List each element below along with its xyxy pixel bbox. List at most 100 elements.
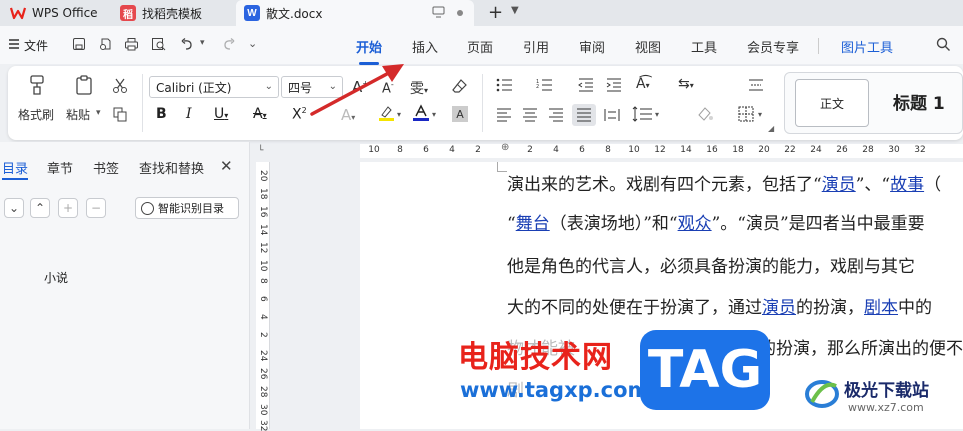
ruler-corner[interactable]: └	[258, 146, 263, 156]
clear-format-icon[interactable]	[452, 78, 468, 97]
doc-text: 大的不同的处便在于扮演了，通过	[507, 298, 762, 318]
tab-view[interactable]: 视图	[635, 37, 661, 56]
character-shading-icon[interactable]: A	[452, 106, 468, 122]
doc-hyperlink[interactable]: 舞台	[516, 214, 550, 234]
ribbon-divider	[482, 74, 483, 132]
doc-hyperlink[interactable]: 剧本	[864, 298, 898, 318]
hamburger-menu-icon[interactable]	[8, 38, 20, 53]
menu-bar: 文件 ▾ ⌄ 开始 插入 页面 引用 审阅 视图 工具 会员专享 图片工具	[0, 26, 963, 65]
paste-label[interactable]: 粘贴	[66, 106, 90, 123]
tab-wps-office[interactable]: WPS Office	[6, 0, 110, 26]
doc-line: 他是角色的代言人，必须具备扮演的能力，戏剧与其它	[507, 252, 915, 277]
ribbon-divider	[142, 74, 143, 132]
font-name-select[interactable]: Calibri (正文) ⌄	[149, 76, 279, 98]
doc-hyperlink[interactable]: 故事	[890, 175, 924, 195]
file-menu[interactable]: 文件	[24, 37, 48, 54]
tab-page[interactable]: 页面	[467, 37, 493, 56]
undo-icon[interactable]	[180, 37, 194, 54]
site-name-text: 极光下载站	[844, 381, 929, 401]
borders-icon[interactable]	[738, 106, 754, 125]
tab-label: 找稻壳模板	[142, 6, 203, 21]
copy-icon[interactable]	[112, 106, 128, 125]
vertical-ruler[interactable]: 20 18 16 14 12 10 8 6 4 2 24 26 28 30 32	[256, 162, 270, 431]
tab-document[interactable]: W 散文.docx	[236, 0, 474, 26]
nav-tab-find-replace[interactable]: 查找和替换	[139, 158, 204, 177]
font-color-dropdown-icon[interactable]: ▾	[432, 110, 436, 119]
decrease-indent-icon[interactable]	[578, 78, 594, 95]
doc-line: “舞台（表演场地）”和“观众”。“演员”是四者当中最重要	[507, 209, 925, 234]
align-center-icon[interactable]	[522, 108, 538, 125]
remove-heading-button[interactable]: −	[86, 198, 106, 218]
line-spacing-dropdown-icon[interactable]: ▾	[655, 110, 659, 119]
ruler-tick-label: 6	[579, 145, 585, 155]
italic-icon[interactable]: I	[186, 106, 192, 122]
tab-tools[interactable]: 工具	[691, 37, 717, 56]
new-tab-icon[interactable]: +	[488, 2, 503, 23]
undo-dropdown-icon[interactable]: ▾	[200, 38, 205, 48]
ruler-tick-label: 2	[527, 145, 533, 155]
style-heading1[interactable]: 标题 1	[893, 89, 945, 114]
ruler-tick-label: 10	[628, 145, 640, 155]
monitor-icon[interactable]	[432, 6, 445, 21]
redo-icon[interactable]	[222, 37, 236, 54]
paste-dropdown-icon[interactable]: ▾	[96, 108, 101, 118]
ruler-tick-label: 12	[258, 242, 268, 254]
doc-hyperlink[interactable]: 演员	[822, 175, 856, 195]
watermark-site-url: www.tagxp.com	[460, 378, 650, 402]
add-heading-button[interactable]: +	[58, 198, 78, 218]
borders-dropdown-icon[interactable]: ▾	[758, 110, 762, 119]
smart-toc-button[interactable]: 智能识别目录	[135, 197, 239, 219]
tab-picture-tools[interactable]: 图片工具	[841, 37, 893, 56]
toc-item[interactable]: 小说	[44, 269, 68, 286]
cut-icon[interactable]	[112, 78, 128, 97]
style-normal[interactable]: 正文	[795, 79, 869, 127]
print-preview-icon[interactable]	[151, 37, 166, 54]
ruler-tick-label: 2	[258, 332, 268, 338]
close-icon[interactable]: ✕	[220, 157, 233, 175]
ruler-tick-label: 4	[553, 145, 559, 155]
print-icon[interactable]	[124, 37, 139, 54]
shading-icon[interactable]	[696, 106, 714, 125]
doc-hyperlink[interactable]: 观众	[678, 214, 712, 234]
tab-docer-template[interactable]: 稻 找稻壳模板	[112, 0, 232, 26]
justify-icon[interactable]	[572, 104, 596, 126]
show-marks-icon[interactable]	[748, 78, 764, 95]
tab-review[interactable]: 审阅	[579, 37, 605, 56]
doc-hyperlink[interactable]: 演员	[762, 298, 796, 318]
ruler-tick-label: 2	[475, 145, 481, 155]
nav-tab-chapters[interactable]: 章节	[47, 158, 73, 177]
increase-indent-icon[interactable]	[606, 78, 622, 95]
text-direction-icon[interactable]: A͡▾	[636, 76, 650, 92]
nav-tab-bookmarks[interactable]: 书签	[93, 158, 119, 177]
tab-member[interactable]: 会员专享	[747, 37, 799, 56]
distributed-align-icon[interactable]	[604, 108, 620, 125]
export-pdf-icon[interactable]	[98, 37, 112, 54]
aurora-logo-icon	[804, 376, 840, 413]
numbered-list-icon[interactable]: 12	[536, 78, 554, 95]
save-icon[interactable]	[72, 37, 86, 54]
bullet-list-icon[interactable]	[496, 78, 514, 95]
nav-tab-toc[interactable]: 目录	[2, 158, 28, 177]
line-spacing-icon[interactable]	[632, 106, 654, 125]
ruler-tick-label: 32	[914, 145, 926, 155]
ruler-tick-label: 26	[836, 145, 848, 155]
collapse-button[interactable]: ⌄	[4, 198, 24, 218]
bold-icon[interactable]: B	[156, 106, 167, 122]
sort-icon[interactable]: ⇆▾	[678, 76, 694, 92]
align-left-icon[interactable]	[496, 108, 512, 125]
horizontal-ruler[interactable]: 10 8 6 4 2 ⊕ 2 4 6 8 10 12 14 16 18 20 2…	[360, 142, 963, 158]
chevron-down-icon[interactable]: ▼	[511, 5, 519, 16]
paste-icon[interactable]	[74, 74, 96, 99]
strikethrough-icon[interactable]: A▾	[253, 106, 267, 122]
expand-button[interactable]: ⌃	[30, 198, 50, 218]
quick-access-more-icon[interactable]: ⌄	[248, 37, 257, 50]
underline-icon[interactable]: U▾	[214, 106, 228, 122]
format-painter-label[interactable]: 格式刷	[18, 106, 54, 123]
tab-references[interactable]: 引用	[523, 37, 549, 56]
align-right-icon[interactable]	[548, 108, 564, 125]
format-painter-icon[interactable]	[26, 74, 48, 99]
paragraph-settings-icon[interactable]: ◢	[768, 124, 774, 133]
ruler-indent-marker[interactable]: ⊕	[501, 142, 509, 153]
search-icon[interactable]	[936, 37, 951, 55]
word-doc-icon: W	[244, 5, 260, 21]
